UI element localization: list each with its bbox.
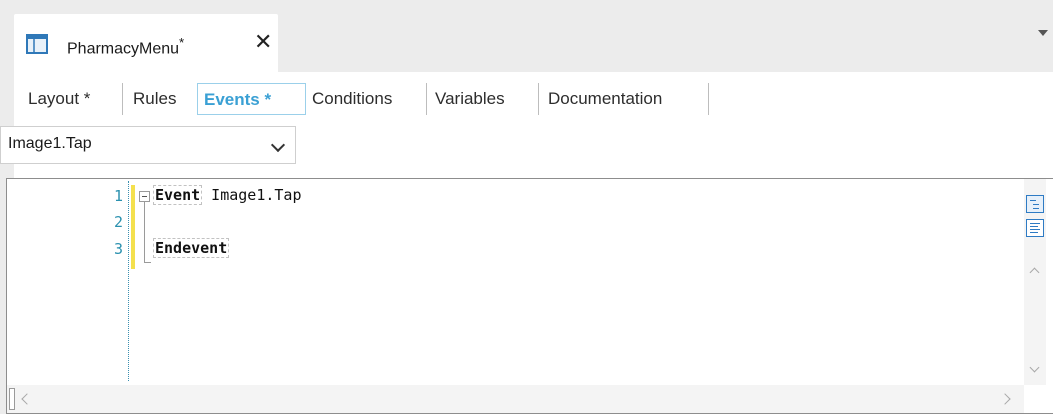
code-text: Image1.Tap bbox=[202, 186, 302, 204]
tab-separator bbox=[122, 83, 123, 115]
format-align-icon[interactable] bbox=[1026, 219, 1044, 237]
document-tab-strip: PharmacyMenu* ✕ bbox=[0, 0, 1053, 72]
tab-rules[interactable]: Rules bbox=[133, 83, 176, 115]
modified-marker: * bbox=[179, 35, 185, 50]
scroll-left-icon[interactable] bbox=[21, 393, 33, 405]
line-number: 1 bbox=[113, 187, 123, 205]
collapse-region-icon[interactable] bbox=[139, 191, 150, 202]
gutter-divider bbox=[128, 181, 129, 381]
code-line-1: Event Image1.Tap bbox=[153, 185, 302, 205]
chevron-down-icon bbox=[270, 137, 286, 153]
tab-separator bbox=[708, 83, 709, 115]
scroll-up-icon[interactable] bbox=[1029, 267, 1040, 278]
scroll-right-icon[interactable] bbox=[999, 393, 1011, 405]
document-tab-title: PharmacyMenu* bbox=[67, 35, 185, 58]
fold-guide bbox=[144, 202, 145, 262]
changed-lines-marker bbox=[131, 185, 135, 269]
tab-variables[interactable]: Variables bbox=[435, 83, 505, 115]
code-line-3: Endevent bbox=[153, 238, 230, 258]
document-tab[interactable]: PharmacyMenu* ✕ bbox=[14, 14, 278, 72]
tab-layout[interactable]: Layout * bbox=[28, 83, 90, 115]
tab-documentation[interactable]: Documentation bbox=[548, 83, 662, 115]
line-number-gutter: 1 2 3 bbox=[7, 179, 127, 385]
tab-events[interactable]: Events * bbox=[197, 83, 306, 115]
line-number: 2 bbox=[113, 213, 123, 231]
keyword-event: Event bbox=[153, 185, 203, 205]
tab-separator bbox=[426, 83, 427, 115]
tab-list-dropdown-icon[interactable] bbox=[1038, 30, 1048, 36]
code-editor[interactable]: 1 2 3 Event Image1.Tap Endevent bbox=[6, 178, 1053, 414]
event-selector-value: Image1.Tap bbox=[8, 135, 92, 152]
panel-layout-icon bbox=[26, 34, 48, 54]
keyword-endevent: Endevent bbox=[153, 238, 230, 258]
fold-guide-end bbox=[144, 262, 151, 263]
scroll-thumb[interactable] bbox=[9, 388, 15, 410]
event-selector-combo[interactable]: Image1.Tap bbox=[0, 126, 296, 164]
vertical-scrollbar[interactable] bbox=[1024, 179, 1046, 385]
tab-conditions[interactable]: Conditions bbox=[312, 83, 392, 115]
scroll-down-icon[interactable] bbox=[1029, 362, 1040, 373]
horizontal-scrollbar[interactable] bbox=[7, 385, 1024, 413]
line-number: 3 bbox=[113, 240, 123, 258]
close-tab-button[interactable]: ✕ bbox=[254, 31, 272, 53]
tab-separator bbox=[538, 83, 539, 115]
part-tabs: Layout * Rules Events * Conditions Varia… bbox=[14, 72, 1053, 126]
outline-tree-icon[interactable] bbox=[1026, 195, 1044, 213]
